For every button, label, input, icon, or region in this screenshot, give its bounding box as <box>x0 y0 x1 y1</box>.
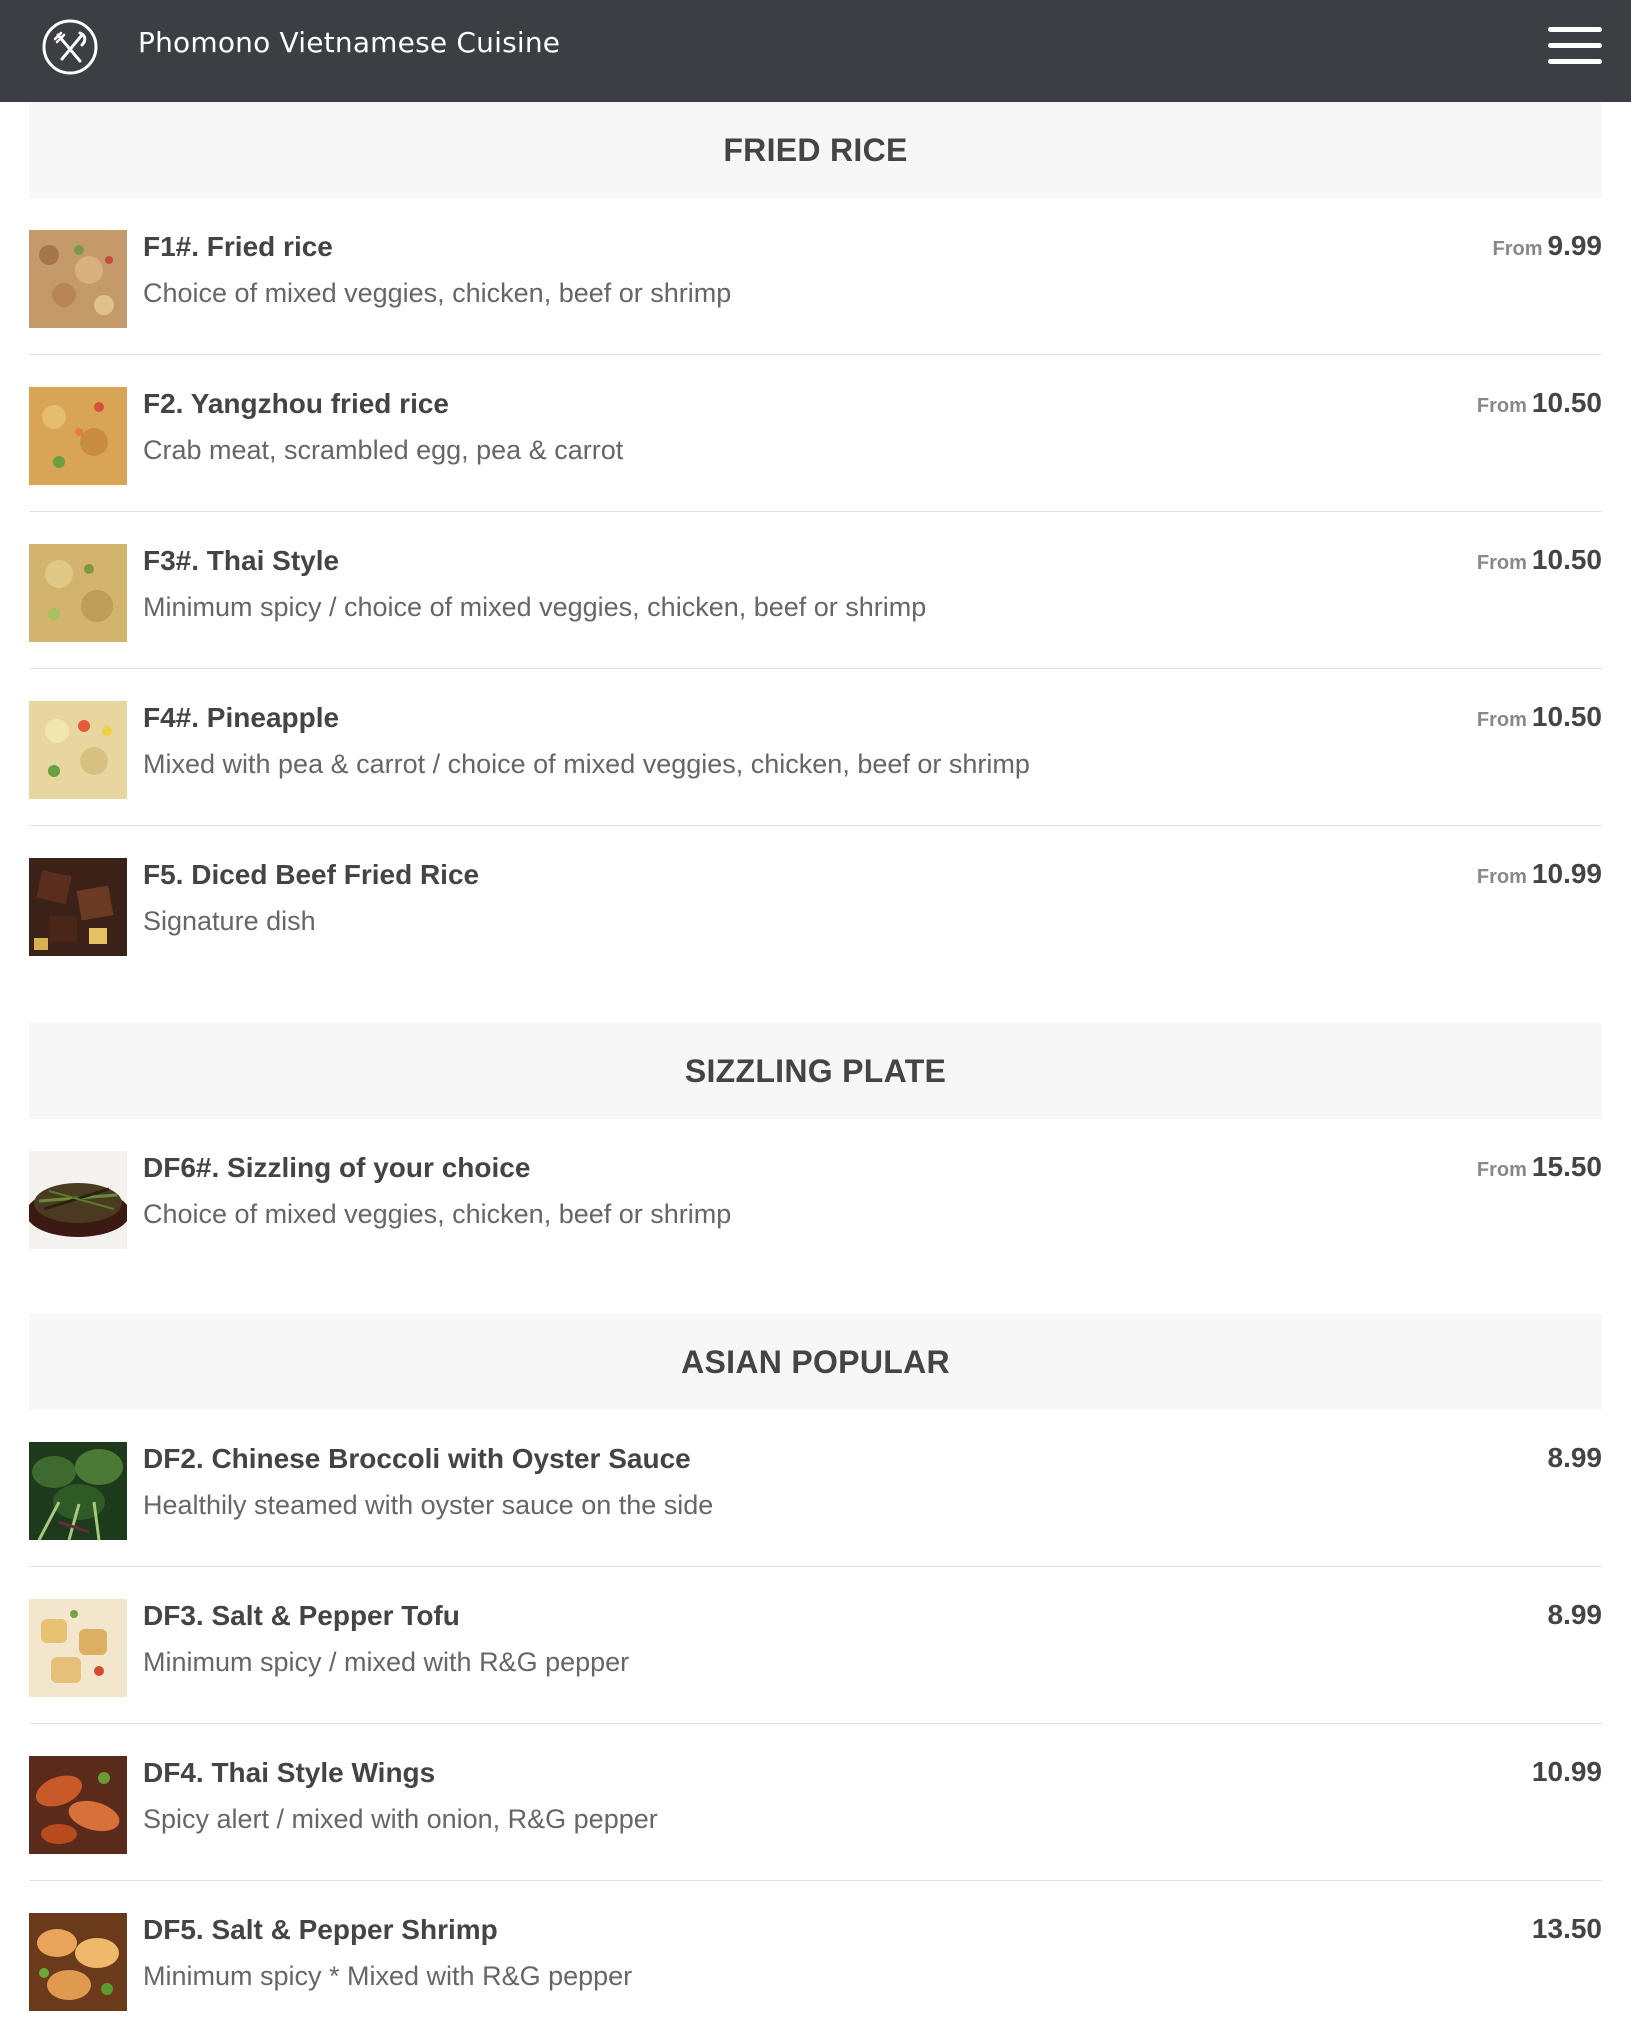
item-name: DF3. Salt & Pepper Tofu <box>143 1600 460 1631</box>
price-prefix: From <box>1476 1159 1527 1181</box>
fork-knife-icon[interactable] <box>40 17 100 77</box>
item-description: Healthily steamed with oyster sauce on t… <box>143 1490 714 1520</box>
price-value: 10.50 <box>1531 387 1602 418</box>
hamburger-menu-icon[interactable] <box>1548 27 1602 65</box>
dish-photo <box>29 544 127 642</box>
menu-item[interactable]: F2. Yangzhou fried rice Crab meat, scram… <box>29 355 1602 512</box>
item-description: Choice of mixed veggies, chicken, beef o… <box>143 278 732 308</box>
menu-item[interactable]: DF5. Salt & Pepper Shrimp Minimum spicy … <box>29 1881 1602 2038</box>
menu-item[interactable]: F1#. Fried rice Choice of mixed veggies,… <box>29 198 1602 355</box>
item-name: F1#. Fried rice <box>143 231 333 262</box>
price-prefix: From <box>1492 238 1543 260</box>
section-title: ASIAN POPULAR <box>681 1343 950 1380</box>
item-price: From 15.50 <box>1477 1151 1602 1183</box>
price-value: 15.50 <box>1531 1151 1602 1182</box>
item-name: F4#. Pineapple <box>143 702 340 733</box>
top-navigation-bar: Phomono Vietnamese Cuisine <box>0 0 1631 102</box>
item-description: Minimum spicy / choice of mixed veggies,… <box>143 592 927 622</box>
section-title: SIZZLING PLATE <box>684 1052 947 1089</box>
dish-photo <box>29 701 127 799</box>
item-name: DF6#. Sizzling of your choice <box>143 1152 531 1183</box>
price-value: 10.99 <box>1531 858 1602 889</box>
price-value: 9.99 <box>1547 230 1603 261</box>
dish-photo <box>29 1599 127 1697</box>
item-name: DF5. Salt & Pepper Shrimp <box>143 1914 498 1945</box>
item-name: F5. Diced Beef Fried Rice <box>143 859 480 890</box>
item-name: F2. Yangzhou fried rice <box>143 388 450 419</box>
item-price: 8.99 <box>1547 1599 1603 1630</box>
item-description: Spicy alert / mixed with onion, R&G pepp… <box>143 1804 658 1834</box>
item-price: From 10.50 <box>1477 544 1602 576</box>
menu-item[interactable]: F3#. Thai Style Minimum spicy / choice o… <box>29 512 1602 669</box>
menu-item[interactable]: DF4. Thai Style Wings Spicy alert / mixe… <box>29 1724 1602 1881</box>
menu-item[interactable]: DF6#. Sizzling of your choice Choice of … <box>29 1119 1602 1276</box>
price-prefix: From <box>1476 866 1527 888</box>
item-name: DF2. Chinese Broccoli with Oyster Sauce <box>143 1443 691 1474</box>
item-name: DF4. Thai Style Wings <box>143 1757 436 1788</box>
item-price: From 10.50 <box>1477 387 1602 419</box>
menu-item[interactable]: DF3. Salt & Pepper Tofu Minimum spicy / … <box>29 1567 1602 1724</box>
item-price: 13.50 <box>1531 1913 1602 1944</box>
item-price: From 9.99 <box>1493 230 1603 262</box>
dish-photo <box>29 858 127 956</box>
item-price: From 10.99 <box>1477 858 1602 890</box>
dish-photo <box>29 1913 127 2011</box>
menu-item[interactable]: DF2. Chinese Broccoli with Oyster Sauce … <box>29 1410 1602 1567</box>
dish-photo <box>29 387 127 485</box>
price-prefix: From <box>1476 395 1527 417</box>
price-value: 10.50 <box>1531 544 1602 575</box>
price-prefix: From <box>1476 552 1527 574</box>
menu-item[interactable]: F5. Diced Beef Fried Rice Signature dish… <box>29 826 1602 983</box>
price-prefix: From <box>1476 709 1527 731</box>
restaurant-name[interactable]: Phomono Vietnamese Cuisine <box>138 26 560 59</box>
item-description: Minimum spicy * Mixed with R&G pepper <box>143 1961 633 1991</box>
section-header-sizzling-plate: SIZZLING PLATE <box>29 1023 1602 1119</box>
section-header-fried-rice: FRIED RICE <box>29 102 1602 198</box>
item-price: 10.99 <box>1531 1756 1602 1787</box>
dish-photo <box>29 1151 127 1249</box>
item-description: Minimum spicy / mixed with R&G pepper <box>143 1647 630 1677</box>
item-description: Signature dish <box>143 906 316 936</box>
item-price: 8.99 <box>1547 1442 1603 1473</box>
menu-item[interactable]: F4#. Pineapple Mixed with pea & carrot /… <box>29 669 1602 826</box>
dish-photo <box>29 1442 127 1540</box>
menu-content: FRIED RICE F1#. Fried rice Choice of mix… <box>29 102 1602 2038</box>
section-header-asian-popular: ASIAN POPULAR <box>29 1314 1602 1410</box>
item-description: Choice of mixed veggies, chicken, beef o… <box>143 1199 732 1229</box>
price-value: 10.50 <box>1531 701 1602 732</box>
section-title: FRIED RICE <box>723 131 908 168</box>
item-description: Crab meat, scrambled egg, pea & carrot <box>143 435 624 465</box>
item-price: From 10.50 <box>1477 701 1602 733</box>
dish-photo <box>29 1756 127 1854</box>
item-name: F3#. Thai Style <box>143 545 340 576</box>
item-description: Mixed with pea & carrot / choice of mixe… <box>143 749 1030 779</box>
dish-photo <box>29 230 127 328</box>
